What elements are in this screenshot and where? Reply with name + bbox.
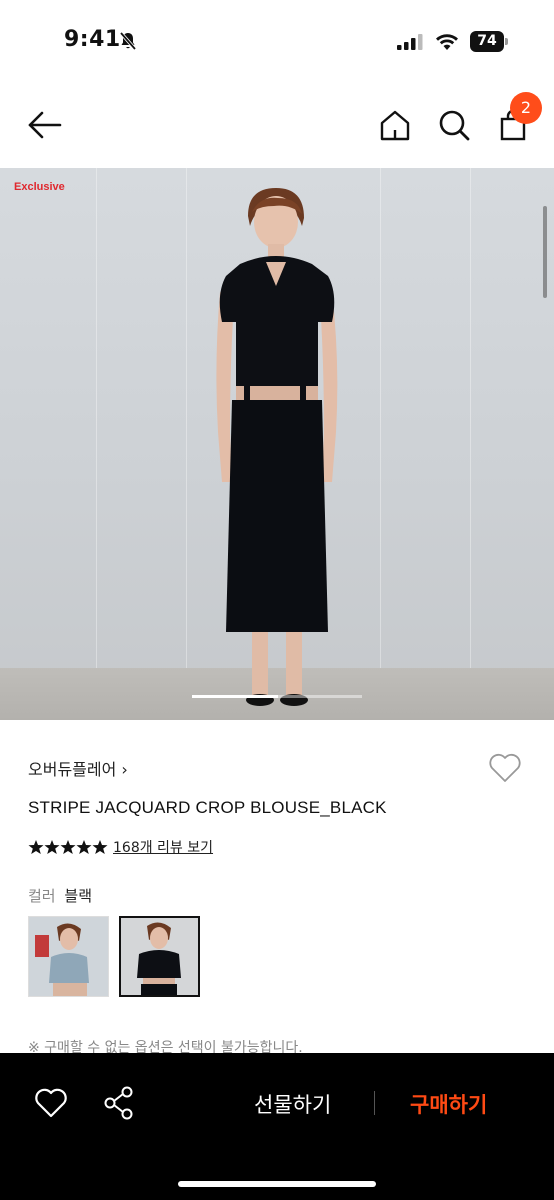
home-indicator	[178, 1181, 376, 1187]
gift-button[interactable]: 선물하기	[254, 1089, 331, 1119]
star-icon	[76, 840, 92, 854]
wall-line	[380, 168, 381, 668]
battery-indicator: 74	[470, 31, 508, 52]
model-photo	[216, 188, 338, 706]
status-bar: 9:41 74	[0, 0, 554, 84]
wifi-icon	[436, 34, 458, 50]
battery-level: 74	[470, 31, 504, 52]
exclusive-tag: Exclusive	[14, 181, 65, 193]
wall-line	[96, 168, 97, 668]
bell-muted-icon	[119, 31, 137, 51]
swatch-thumbnail	[29, 917, 108, 996]
home-icon[interactable]	[378, 108, 412, 142]
product-title: STRIPE JACQUARD CROP BLOUSE_BLACK	[28, 798, 387, 817]
color-value: 블랙	[64, 887, 92, 905]
product-image-carousel[interactable]: Exclusive	[0, 168, 554, 720]
image-pager-progress	[192, 695, 278, 698]
rating-row: 168개 리뷰 보기	[28, 836, 213, 858]
swatch-thumbnail	[121, 918, 198, 995]
like-heart-icon[interactable]	[33, 1085, 69, 1121]
cellular-signal-icon	[397, 34, 423, 50]
page-scroll-indicator	[543, 206, 547, 298]
star-icon	[44, 840, 60, 854]
search-icon[interactable]	[437, 108, 471, 142]
color-selector-label: 컬러 블랙	[28, 885, 92, 906]
brand-link[interactable]: 오버듀플레어 ›	[28, 756, 128, 780]
chevron-right-icon: ›	[121, 760, 128, 779]
buy-button[interactable]: 구매하기	[410, 1089, 487, 1119]
nav-bar: 2	[0, 84, 554, 168]
cart-count-badge[interactable]: 2	[510, 92, 542, 124]
back-arrow-icon[interactable]	[26, 108, 64, 142]
wall-line	[186, 168, 187, 668]
color-label: 컬러	[28, 887, 56, 905]
image-pager	[192, 695, 362, 698]
battery-tip	[505, 38, 508, 45]
status-time: 9:41	[64, 27, 121, 52]
wall-line	[470, 168, 471, 668]
brand-name: 오버듀플레어	[28, 760, 117, 779]
star-icon	[60, 840, 76, 854]
star-icon	[92, 840, 108, 854]
divider	[374, 1091, 375, 1115]
review-link[interactable]: 168개 리뷰 보기	[113, 837, 213, 857]
share-icon[interactable]	[102, 1085, 136, 1121]
color-swatch-black[interactable]	[119, 916, 200, 997]
bottom-action-bar: 선물하기 구매하기	[0, 1053, 554, 1200]
color-swatch-blue[interactable]	[28, 916, 109, 997]
star-icon	[28, 840, 44, 854]
wishlist-heart-icon[interactable]	[487, 750, 523, 786]
